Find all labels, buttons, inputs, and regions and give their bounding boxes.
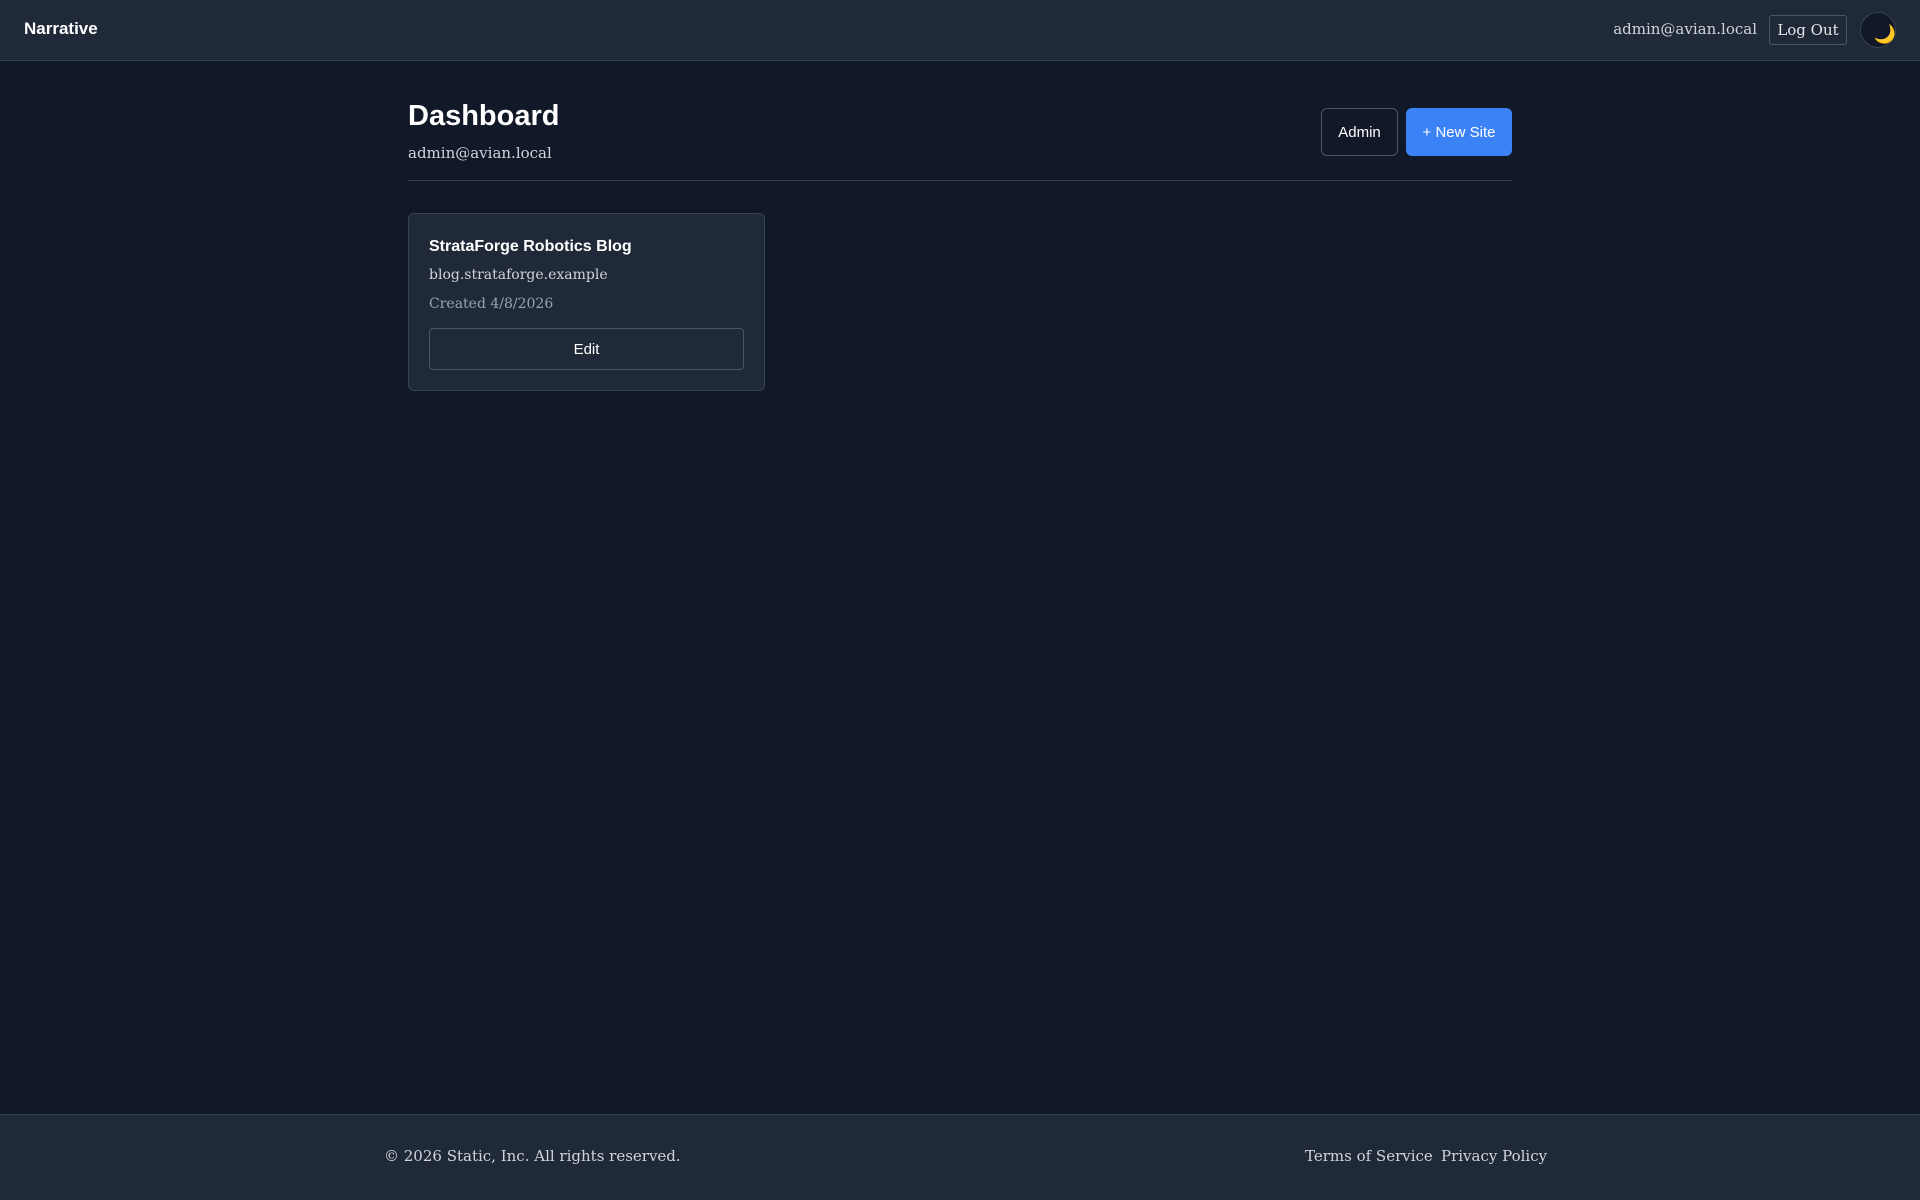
- copyright-text: © 2026 Static, Inc. All rights reserved.: [384, 1147, 681, 1165]
- new-site-button[interactable]: + New Site: [1406, 108, 1512, 156]
- theme-toggle-button[interactable]: 🌙: [1860, 12, 1896, 48]
- privacy-policy-link[interactable]: Privacy Policy: [1441, 1147, 1547, 1165]
- edit-site-button[interactable]: Edit: [429, 328, 744, 370]
- site-domain: blog.strataforge.example: [429, 267, 608, 283]
- user-email: admin@avian.local: [1613, 20, 1757, 38]
- admin-button[interactable]: Admin: [1321, 108, 1398, 156]
- logout-button[interactable]: Log Out: [1769, 15, 1847, 45]
- divider: [408, 180, 1512, 181]
- site-card: StrataForge Robotics Blog blog.stratafor…: [408, 213, 765, 391]
- footer: © 2026 Static, Inc. All rights reserved.…: [0, 1114, 1920, 1200]
- site-created-date: Created 4/8/2026: [429, 296, 554, 312]
- top-nav-bar: Narrative admin@avian.local Log Out 🌙: [0, 0, 1920, 61]
- brand-logo[interactable]: Narrative: [24, 19, 98, 39]
- moon-icon: 🌙: [1873, 24, 1897, 45]
- site-name: StrataForge Robotics Blog: [429, 238, 632, 255]
- page-subtitle: admin@avian.local: [408, 144, 552, 162]
- page-title: Dashboard: [408, 100, 560, 132]
- terms-of-service-link[interactable]: Terms of Service: [1305, 1147, 1433, 1165]
